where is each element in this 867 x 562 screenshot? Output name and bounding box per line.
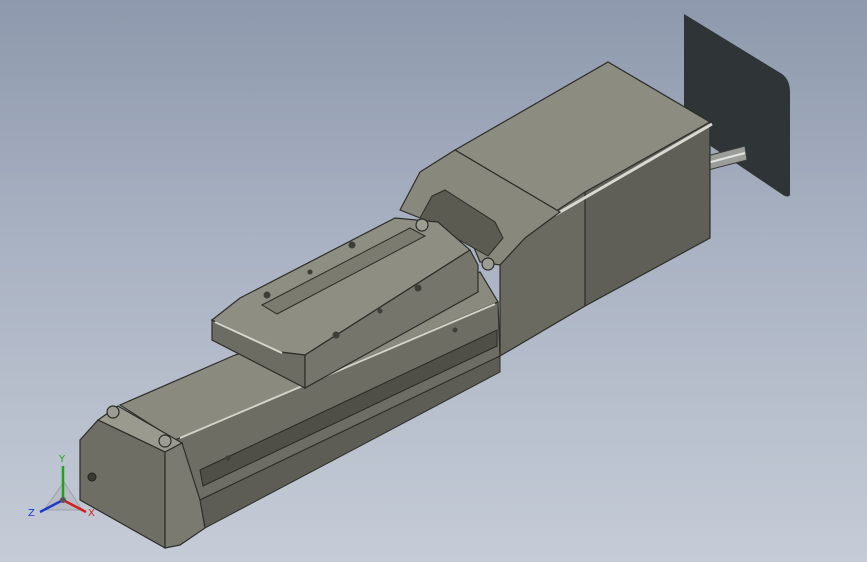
triad-z-label: Z (28, 508, 35, 519)
triad-x-label: X (88, 508, 95, 519)
orientation-triad: Y X Z (28, 454, 95, 519)
graphics-viewport[interactable]: Y X Z (0, 0, 867, 562)
triad-y-label: Y (58, 454, 66, 465)
triad-origin (60, 497, 66, 503)
